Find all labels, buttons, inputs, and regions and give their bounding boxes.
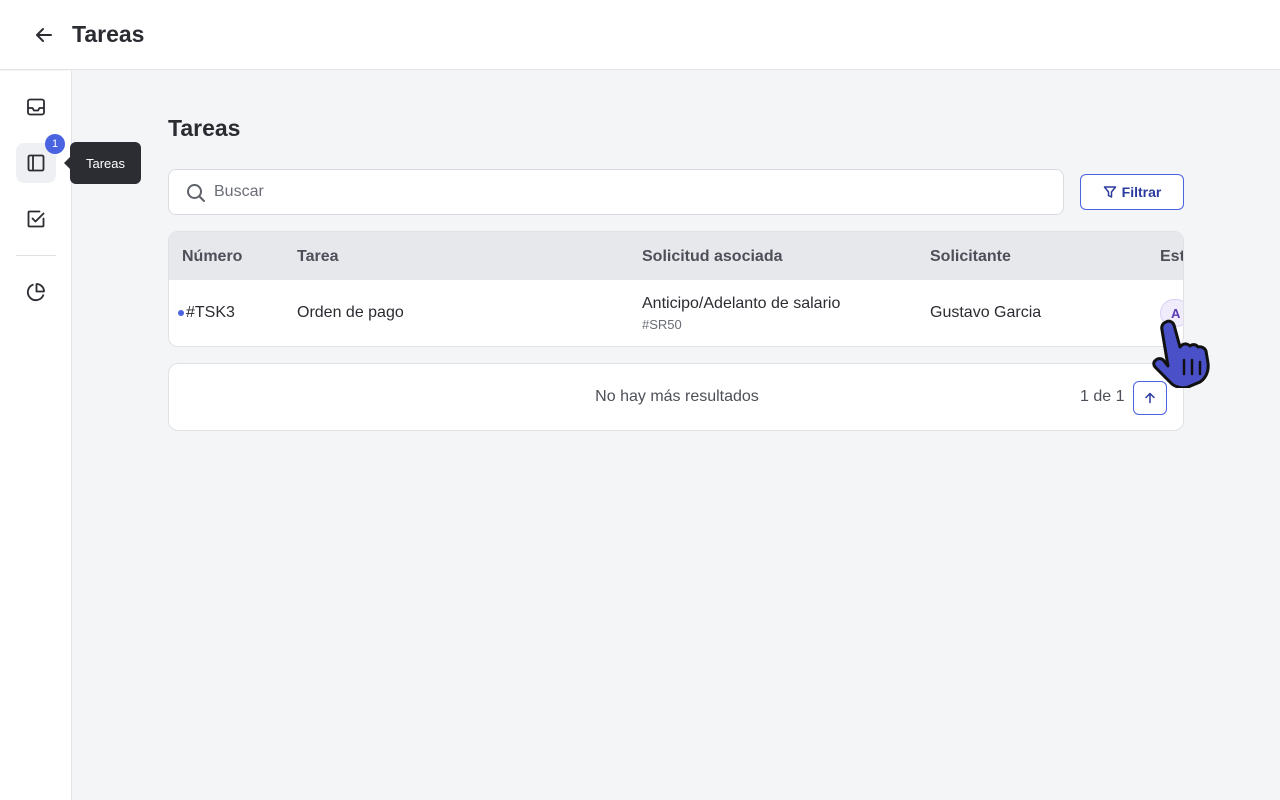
back-button[interactable] xyxy=(28,19,60,51)
arrow-left-icon xyxy=(36,28,52,42)
sidebar-divider xyxy=(16,255,56,256)
task-number: #TSK3 xyxy=(186,304,235,321)
table-header: Número Tarea Solicitud asociada Solicita… xyxy=(169,232,1183,280)
no-more-results: No hay más resultados xyxy=(595,388,759,405)
pie-chart-icon xyxy=(26,283,45,302)
top-bar: Tareas xyxy=(0,0,1280,70)
filter-icon xyxy=(1103,186,1116,198)
column-header-status[interactable]: Est xyxy=(1160,248,1183,266)
check-square-icon xyxy=(27,210,45,228)
status-badge: A xyxy=(1160,299,1183,327)
sidebar-item-approvals[interactable] xyxy=(16,199,56,239)
notification-badge: 1 xyxy=(45,134,65,154)
page-title: Tareas xyxy=(168,115,241,141)
column-header-task[interactable]: Tarea xyxy=(297,248,339,266)
requester-name: Gustavo Garcia xyxy=(930,304,1042,321)
tasks-table: Número Tarea Solicitud asociada Solicita… xyxy=(168,231,1184,347)
table-row[interactable]: #TSK3 Orden de pago Anticipo/Adelanto de… xyxy=(169,280,1183,346)
results-footer: No hay más resultados 1 de 1 xyxy=(168,363,1184,431)
search-input[interactable] xyxy=(214,170,1054,214)
header-title: Tareas xyxy=(72,21,145,47)
request-name: Anticipo/Adelanto de salario xyxy=(642,295,841,312)
book-open-icon xyxy=(27,154,45,172)
search-icon xyxy=(187,184,205,202)
request-id: #SR50 xyxy=(642,317,682,332)
column-header-requester[interactable]: Solicitante xyxy=(930,248,1011,266)
column-header-number[interactable]: Número xyxy=(182,248,242,266)
sidebar-tooltip: Tareas xyxy=(63,142,142,184)
sidebar xyxy=(0,71,72,800)
unread-dot xyxy=(178,310,184,316)
sidebar-item-inbox[interactable] xyxy=(16,87,56,127)
inbox-icon xyxy=(27,98,45,116)
filter-button[interactable]: Filtrar xyxy=(1080,174,1184,210)
task-name: Orden de pago xyxy=(297,304,404,321)
sidebar-item-reports[interactable] xyxy=(16,272,56,312)
pagination-label: 1 de 1 xyxy=(1080,388,1125,405)
search-box xyxy=(168,169,1064,215)
scroll-top-button[interactable] xyxy=(1133,381,1167,415)
column-header-request[interactable]: Solicitud asociada xyxy=(642,248,782,266)
arrow-up-icon xyxy=(1145,392,1155,404)
filter-label: Filtrar xyxy=(1121,184,1162,200)
